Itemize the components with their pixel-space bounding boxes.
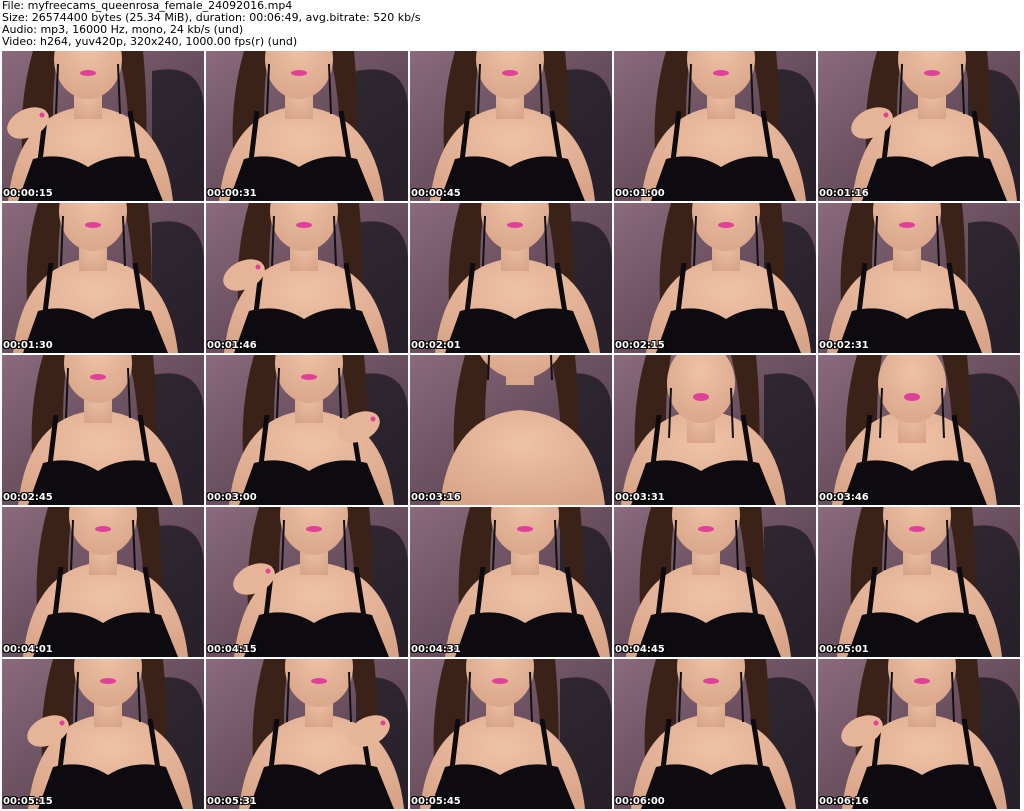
- video-thumbnail: 00:02:31: [818, 203, 1020, 353]
- video-thumbnail: 00:04:01: [2, 507, 204, 657]
- frame-illustration: [614, 355, 816, 505]
- video-thumbnail: 00:04:45: [614, 507, 816, 657]
- thumbnail-timestamp: 00:00:45: [411, 188, 461, 199]
- video-thumbnail: 00:02:01: [410, 203, 612, 353]
- file-info-header: File: myfreecams_queenrosa_female_240920…: [2, 0, 1022, 50]
- frame-illustration: [818, 51, 1020, 201]
- video-thumbnail: 00:01:16: [818, 51, 1020, 201]
- video-thumbnail: 00:01:30: [2, 203, 204, 353]
- video-thumbnail: 00:02:15: [614, 203, 816, 353]
- frame-illustration: [818, 203, 1020, 353]
- video-thumbnail: 00:03:16: [410, 355, 612, 505]
- video-thumbnail: 00:00:15: [2, 51, 204, 201]
- frame-illustration: [410, 203, 612, 353]
- thumbnail-timestamp: 00:04:31: [411, 644, 461, 655]
- frame-illustration: [2, 51, 204, 201]
- frame-illustration: [410, 507, 612, 657]
- frame-illustration: [614, 51, 816, 201]
- video-thumbnail: 00:03:46: [818, 355, 1020, 505]
- thumbnail-timestamp: 00:06:16: [819, 796, 869, 807]
- thumbnail-timestamp: 00:04:15: [207, 644, 257, 655]
- thumbnail-timestamp: 00:04:01: [3, 644, 53, 655]
- thumbnail-timestamp: 00:03:16: [411, 492, 461, 503]
- video-thumbnail: 00:04:31: [410, 507, 612, 657]
- video-thumbnail: 00:01:00: [614, 51, 816, 201]
- thumbnail-timestamp: 00:01:30: [3, 340, 53, 351]
- video-info-line: Video: h264, yuv420p, 320x240, 1000.00 f…: [2, 36, 298, 48]
- thumbnail-timestamp: 00:02:15: [615, 340, 665, 351]
- frame-illustration: [410, 355, 612, 505]
- frame-illustration: [206, 355, 408, 505]
- thumbnail-timestamp: 00:05:45: [411, 796, 461, 807]
- thumbnail-timestamp: 00:04:45: [615, 644, 665, 655]
- thumbnail-grid: 00:00:15 00:00:31 00:00:45 00:01:00 00:01:16…: [2, 51, 1022, 810]
- video-thumbnail: 00:06:00: [614, 659, 816, 809]
- thumbnail-timestamp: 00:05:15: [3, 796, 53, 807]
- thumbnail-timestamp: 00:03:46: [819, 492, 869, 503]
- frame-illustration: [614, 203, 816, 353]
- video-thumbnail: 00:01:46: [206, 203, 408, 353]
- video-thumbnail: 00:04:15: [206, 507, 408, 657]
- frame-illustration: [2, 203, 204, 353]
- thumbnail-timestamp: 00:01:00: [615, 188, 665, 199]
- frame-illustration: [818, 507, 1020, 657]
- video-thumbnail: 00:03:00: [206, 355, 408, 505]
- thumbnail-timestamp: 00:03:31: [615, 492, 665, 503]
- frame-illustration: [206, 507, 408, 657]
- thumbnail-timestamp: 00:06:00: [615, 796, 665, 807]
- frame-illustration: [2, 507, 204, 657]
- video-thumbnail: 00:05:15: [2, 659, 204, 809]
- frame-illustration: [614, 659, 816, 809]
- video-thumbnail: 00:06:16: [818, 659, 1020, 809]
- thumbnail-timestamp: 00:05:31: [207, 796, 257, 807]
- frame-illustration: [206, 659, 408, 809]
- frame-illustration: [410, 51, 612, 201]
- file-size-line: Size: 26574400 bytes (25.34 MiB), durati…: [2, 12, 421, 24]
- video-thumbnail: 00:02:45: [2, 355, 204, 505]
- thumbnail-timestamp: 00:02:01: [411, 340, 461, 351]
- video-thumbnail: 00:05:01: [818, 507, 1020, 657]
- frame-illustration: [206, 51, 408, 201]
- audio-info-line: Audio: mp3, 16000 Hz, mono, 24 kb/s (und…: [2, 24, 244, 36]
- video-thumbnail: 00:03:31: [614, 355, 816, 505]
- thumbnail-timestamp: 00:00:31: [207, 188, 257, 199]
- frame-illustration: [614, 507, 816, 657]
- frame-illustration: [2, 355, 204, 505]
- video-thumbnail: 00:05:45: [410, 659, 612, 809]
- video-thumbnail: 00:00:45: [410, 51, 612, 201]
- video-thumbnail: 00:05:31: [206, 659, 408, 809]
- frame-illustration: [206, 203, 408, 353]
- frame-illustration: [818, 355, 1020, 505]
- thumbnail-timestamp: 00:05:01: [819, 644, 869, 655]
- frame-illustration: [410, 659, 612, 809]
- frame-illustration: [2, 659, 204, 809]
- thumbnail-timestamp: 00:02:45: [3, 492, 53, 503]
- frame-illustration: [818, 659, 1020, 809]
- thumbnail-timestamp: 00:02:31: [819, 340, 869, 351]
- thumbnail-timestamp: 00:01:46: [207, 340, 257, 351]
- video-thumbnail: 00:00:31: [206, 51, 408, 201]
- file-name-line: File: myfreecams_queenrosa_female_240920…: [2, 0, 293, 12]
- thumbnail-timestamp: 00:00:15: [3, 188, 53, 199]
- thumbnail-timestamp: 00:03:00: [207, 492, 257, 503]
- thumbnail-timestamp: 00:01:16: [819, 188, 869, 199]
